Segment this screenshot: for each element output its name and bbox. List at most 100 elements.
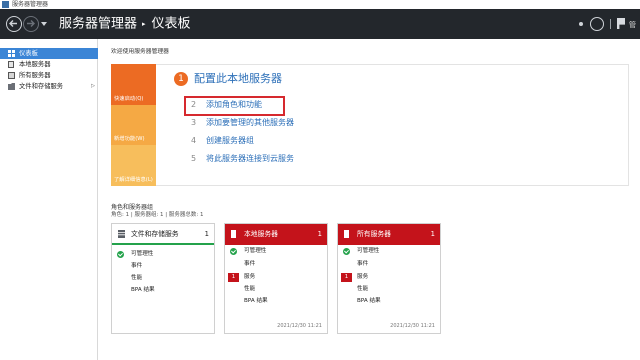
server-icon bbox=[231, 230, 236, 238]
forward-button[interactable] bbox=[23, 16, 39, 32]
folder-icon bbox=[8, 83, 15, 90]
card-row-bpa[interactable]: BPA 结果 bbox=[225, 296, 327, 307]
servers-icon bbox=[8, 72, 15, 79]
server-icon bbox=[8, 61, 14, 68]
card-row-events[interactable]: 事件 bbox=[338, 259, 440, 270]
toolbar-divider bbox=[610, 19, 611, 29]
card-row-bpa[interactable]: BPA 结果 bbox=[112, 285, 214, 296]
role-card-file-storage[interactable]: 文件和存储服务 1 可管理性 事件 性能 BPA 结果 bbox=[111, 223, 215, 334]
connect-cloud-link[interactable]: 5 将此服务器连接到云服务 bbox=[191, 153, 391, 165]
check-ok-icon bbox=[230, 248, 237, 255]
setup-panel: 1 配置此本地服务器 2 添加角色和功能 3 添加要管理的其他服务器 4 创建服… bbox=[156, 64, 629, 186]
card-row-services[interactable]: 1 服务 bbox=[338, 272, 440, 283]
step-number: 3 bbox=[191, 118, 197, 127]
step-number: 5 bbox=[191, 154, 197, 163]
step-label[interactable]: 添加要管理的其他服务器 bbox=[206, 117, 294, 129]
arrow-left-icon bbox=[9, 20, 17, 27]
card-row-events[interactable]: 事件 bbox=[225, 259, 327, 270]
file-storage-icon bbox=[118, 230, 125, 238]
card-row-events[interactable]: 事件 bbox=[112, 261, 214, 272]
row-label: BPA 结果 bbox=[357, 298, 381, 304]
breadcrumb-separator-icon: ▸ bbox=[142, 20, 146, 28]
row-label: 事件 bbox=[244, 261, 256, 267]
add-other-servers-link[interactable]: 3 添加要管理的其他服务器 bbox=[191, 117, 391, 129]
card-header[interactable]: 本地服务器 1 bbox=[225, 224, 327, 245]
learn-more-tile[interactable]: 了解详细信息(L) bbox=[111, 145, 156, 186]
manage-menu[interactable]: 管 bbox=[629, 20, 636, 30]
card-row-manageability[interactable]: 可管理性 bbox=[225, 246, 327, 257]
quick-tiles: 快速启动(Q) 新增功能(W) 了解详细信息(L) bbox=[111, 64, 156, 186]
card-title: 文件和存储服务 bbox=[131, 230, 179, 238]
alert-count-badge: 1 bbox=[228, 273, 239, 282]
step-label[interactable]: 将此服务器连接到云服务 bbox=[206, 153, 294, 165]
tile-label: 了解详细信息(L) bbox=[114, 177, 153, 183]
role-card-all-servers[interactable]: 所有服务器 1 可管理性 事件 1 服务 性能 BPA 结果 2021/12/3… bbox=[337, 223, 441, 334]
quick-start-tile[interactable]: 快速启动(Q) bbox=[111, 64, 156, 105]
expand-arrow-icon[interactable]: ▷ bbox=[91, 81, 95, 92]
window-title: 服务器管理器 bbox=[12, 1, 49, 8]
server-icon bbox=[344, 230, 349, 238]
whats-new-tile[interactable]: 新增功能(W) bbox=[111, 105, 156, 145]
refresh-icon[interactable] bbox=[590, 17, 604, 31]
row-label: 事件 bbox=[131, 263, 143, 269]
roles-summary: 角色: 1 | 服务器组: 1 | 服务器总数: 1 bbox=[111, 212, 204, 218]
card-timestamp: 2021/12/30 11:21 bbox=[277, 323, 322, 329]
card-row-bpa[interactable]: BPA 结果 bbox=[338, 296, 440, 307]
card-count: 1 bbox=[317, 230, 322, 238]
row-label: BPA 结果 bbox=[131, 287, 155, 293]
row-label: 性能 bbox=[244, 286, 256, 292]
breadcrumb-root[interactable]: 服务器管理器 bbox=[59, 17, 137, 32]
back-button[interactable] bbox=[6, 16, 22, 32]
sidebar-item-label: 仪表板 bbox=[19, 50, 38, 57]
highlight-box bbox=[184, 96, 285, 116]
dashboard-icon bbox=[8, 50, 15, 57]
check-ok-icon bbox=[343, 248, 350, 255]
card-header[interactable]: 文件和存储服务 1 bbox=[112, 224, 214, 245]
row-label: 性能 bbox=[357, 286, 369, 292]
card-row-performance[interactable]: 性能 bbox=[225, 284, 327, 295]
row-label: 可管理性 bbox=[244, 248, 267, 254]
window-titlebar: 服务器管理器 bbox=[0, 0, 640, 9]
sidebar-item-local-server[interactable]: 本地服务器 bbox=[0, 59, 98, 70]
sidebar-item-all-servers[interactable]: 所有服务器 bbox=[0, 70, 98, 81]
sidebar-item-file-storage[interactable]: 文件和存储服务 ▷ bbox=[0, 81, 98, 92]
sidebar-item-dashboard[interactable]: 仪表板 bbox=[0, 48, 98, 59]
header-toolbar: 管 bbox=[570, 9, 640, 39]
row-label: 服务 bbox=[357, 274, 369, 280]
role-card-local-server[interactable]: 本地服务器 1 可管理性 事件 1 服务 性能 BPA 结果 2021/12/3… bbox=[224, 223, 328, 334]
dot-icon bbox=[579, 22, 583, 26]
card-row-performance[interactable]: 性能 bbox=[112, 273, 214, 284]
step-number-badge: 1 bbox=[174, 72, 188, 86]
step-label[interactable]: 配置此本地服务器 bbox=[194, 72, 282, 86]
card-count: 1 bbox=[430, 230, 435, 238]
welcome-title: 欢迎使用服务器管理器 bbox=[111, 49, 169, 55]
card-row-performance[interactable]: 性能 bbox=[338, 284, 440, 295]
card-header[interactable]: 所有服务器 1 bbox=[338, 224, 440, 245]
breadcrumb: 服务器管理器 ▸ 仪表板 bbox=[59, 15, 191, 34]
row-label: 事件 bbox=[357, 261, 369, 267]
sidebar: 仪表板 本地服务器 所有服务器 文件和存储服务 ▷ bbox=[0, 39, 98, 360]
row-label: 可管理性 bbox=[131, 251, 154, 257]
row-label: 性能 bbox=[131, 275, 143, 281]
create-server-group-link[interactable]: 4 创建服务器组 bbox=[191, 135, 391, 147]
breadcrumb-current: 仪表板 bbox=[151, 16, 191, 32]
sidebar-item-label: 本地服务器 bbox=[19, 61, 51, 68]
app-header: 服务器管理器 ▸ 仪表板 管 bbox=[0, 9, 640, 39]
history-dropdown-icon[interactable] bbox=[41, 22, 47, 26]
step-label[interactable]: 创建服务器组 bbox=[206, 135, 254, 147]
tile-label: 新增功能(W) bbox=[114, 136, 145, 142]
tile-label: 快速启动(Q) bbox=[114, 96, 144, 102]
card-title: 本地服务器 bbox=[244, 230, 278, 238]
check-ok-icon bbox=[117, 251, 124, 258]
notifications-flag-icon[interactable] bbox=[617, 18, 625, 29]
card-title: 所有服务器 bbox=[357, 230, 391, 238]
alert-count-badge: 1 bbox=[341, 273, 352, 282]
card-row-manageability[interactable]: 可管理性 bbox=[112, 249, 214, 260]
step-number: 4 bbox=[191, 136, 197, 145]
card-timestamp: 2021/12/30 11:21 bbox=[390, 323, 435, 329]
arrow-right-icon bbox=[27, 20, 35, 27]
card-row-manageability[interactable]: 可管理性 bbox=[338, 246, 440, 257]
row-label: 服务 bbox=[244, 274, 256, 280]
card-row-services[interactable]: 1 服务 bbox=[225, 272, 327, 283]
server-manager-app-icon bbox=[2, 1, 9, 8]
